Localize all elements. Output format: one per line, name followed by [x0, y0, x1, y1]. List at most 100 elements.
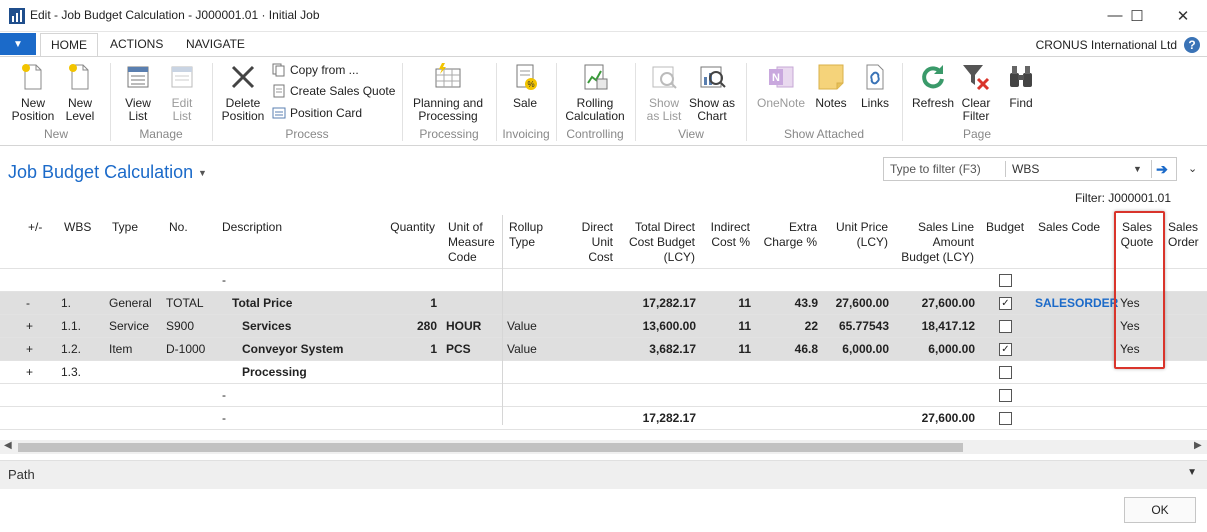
group-controlling-label: Controlling: [566, 127, 624, 141]
find-button[interactable]: Find: [1002, 61, 1040, 110]
column-header-sales-order[interactable]: Sales Order: [1168, 220, 1199, 250]
binoculars-icon: [1010, 66, 1032, 87]
column-header-uom[interactable]: Unit of Measure Code: [448, 220, 495, 265]
copy-icon: [272, 63, 285, 77]
filter-input[interactable]: Type to filter (F3): [890, 162, 981, 176]
cell-type: Item: [109, 342, 133, 356]
tab-navigate[interactable]: NAVIGATE: [176, 33, 255, 56]
position-card-button[interactable]: Position Card: [272, 106, 362, 120]
links-button[interactable]: Links: [856, 61, 894, 110]
card-icon: [272, 107, 286, 119]
cell-type: Service: [109, 319, 150, 333]
cell-sales-code[interactable]: SALESORDER: [1035, 296, 1118, 310]
column-header-quantity[interactable]: Quantity: [383, 220, 435, 235]
column-header-line: Unit Price: [835, 220, 888, 234]
tab-home[interactable]: HOME: [40, 33, 98, 57]
column-header-description[interactable]: Description: [222, 220, 282, 235]
cell-unit-price: 65.77543: [838, 319, 889, 333]
column-header-direct-unit-cost[interactable]: Direct Unit Cost: [563, 220, 613, 265]
budget-checkbox[interactable]: [999, 366, 1012, 379]
column-header-line: (LCY): [663, 250, 695, 264]
scroll-right-icon[interactable]: ▶: [1194, 440, 1202, 451]
cell-no: S900: [166, 319, 195, 333]
sales-quote-highlight: [1114, 211, 1165, 369]
budget-checkbox[interactable]: [999, 320, 1012, 333]
create-sales-quote-button[interactable]: Create Sales Quote: [272, 84, 395, 98]
onenote-button[interactable]: N OneNote: [754, 61, 808, 110]
view-list-button[interactable]: View List: [118, 61, 158, 123]
delete-position-button[interactable]: Delete Position: [218, 61, 268, 123]
show-as-list-button[interactable]: Show as List: [643, 61, 685, 123]
sale-button[interactable]: % Sale: [505, 61, 545, 110]
group-separator: [635, 63, 636, 141]
budget-checkbox[interactable]: [999, 389, 1012, 402]
column-header-line: Budget (LCY): [901, 250, 974, 264]
group-view-label: View: [678, 127, 704, 141]
table-row[interactable]: +1.2. Item D-1000 Conveyor System 1 PCS Value 3…: [0, 338, 1207, 361]
show-list-icon: [652, 66, 677, 89]
chevron-down-icon[interactable]: ▼: [1187, 467, 1197, 478]
edit-list-label: Edit List: [171, 96, 193, 123]
column-header-sales-line-amount[interactable]: Sales Line Amount Budget (LCY): [896, 220, 974, 265]
copy-from-button[interactable]: Copy from ...: [272, 63, 359, 77]
page-menu-chevron-icon[interactable]: ▼: [198, 168, 207, 178]
planning-processing-button[interactable]: Planning and Processing: [410, 61, 486, 123]
help-icon[interactable]: ?: [1184, 37, 1200, 53]
collapse-chevron-icon[interactable]: ⌄: [1188, 162, 1197, 175]
column-header-rollup[interactable]: Rollup Type: [509, 220, 543, 250]
cell-description: Services: [242, 319, 292, 333]
cell-wbs: 1.3.: [61, 365, 82, 379]
scroll-left-icon[interactable]: ◀: [4, 440, 12, 451]
column-header-total-direct-cost[interactable]: Total Direct Cost Budget (LCY): [621, 220, 695, 265]
group-manage-label: Manage: [139, 127, 183, 141]
column-header-rollup-line: Rollup: [509, 220, 544, 234]
scrollbar-thumb[interactable]: [18, 443, 963, 452]
group-processing-label: Processing: [419, 127, 479, 141]
column-header-no[interactable]: No.: [169, 220, 188, 235]
column-header-sales-code[interactable]: Sales Code: [1038, 220, 1100, 235]
chevron-down-icon[interactable]: ▼: [1133, 164, 1142, 174]
edit-list-button[interactable]: Edit List: [162, 61, 202, 123]
show-as-chart-button[interactable]: Show as Chart: [688, 61, 736, 123]
column-header-unit-price[interactable]: Unit Price (LCY): [826, 220, 888, 250]
budget-checkbox[interactable]: ✓: [999, 343, 1012, 356]
budget-checkbox[interactable]: [999, 274, 1012, 287]
table-row[interactable]: +1.1. Service S900 Services 280 HOUR Value 13,6…: [0, 315, 1207, 338]
ok-button[interactable]: OK: [1124, 497, 1196, 523]
budget-checkbox[interactable]: ✓: [999, 297, 1012, 310]
column-header-budget[interactable]: Budget: [986, 220, 1024, 235]
column-header-uom-line: Unit of: [448, 220, 483, 234]
column-header-type[interactable]: Type: [112, 220, 138, 235]
rolling-calculation-button[interactable]: Rolling Calculation: [562, 61, 628, 123]
filter-field-select[interactable]: WBS: [1012, 162, 1039, 176]
notes-button[interactable]: Notes: [812, 61, 850, 110]
maximize-button[interactable]: ☐: [1114, 0, 1160, 31]
column-header-line: Direct: [581, 220, 613, 234]
table-row[interactable]: - 17,282.17 27,600.00: [0, 407, 1207, 430]
arrow-right-icon[interactable]: ➔: [1151, 160, 1172, 178]
table-row[interactable]: - 1. General TOTAL Total Price 1 17,282.17 11 43…: [0, 292, 1207, 315]
clear-filter-button[interactable]: Clear Filter: [958, 61, 994, 123]
application-menu-button[interactable]: ▼: [0, 33, 36, 55]
table-row[interactable]: +1.3. Processing: [0, 361, 1207, 384]
column-header-uom-line: Code: [448, 250, 477, 264]
column-header-extra-charge[interactable]: Extra Charge %: [757, 220, 817, 250]
planning-processing-label: Planning and Processing: [412, 96, 484, 123]
column-header-indirect-cost[interactable]: Indirect Cost %: [700, 220, 750, 250]
path-factbox[interactable]: [0, 460, 1207, 489]
table-row[interactable]: -: [0, 384, 1207, 407]
budget-checkbox[interactable]: [999, 412, 1012, 425]
new-position-button[interactable]: New Position: [9, 61, 57, 123]
column-header-wbs[interactable]: WBS: [64, 220, 91, 235]
cell-rollup: Value: [507, 342, 537, 356]
sale-label: Sale: [512, 96, 538, 110]
find-label: Find: [1009, 96, 1033, 110]
column-header-uom-line: Measure: [448, 235, 495, 249]
tab-actions[interactable]: ACTIONS: [100, 33, 173, 56]
close-button[interactable]: ✕: [1160, 0, 1206, 31]
cell-plusminus: +: [26, 342, 34, 356]
new-level-button[interactable]: New Level: [58, 61, 102, 123]
column-header-plusminus[interactable]: +/-: [28, 220, 42, 235]
refresh-button[interactable]: Refresh: [910, 61, 956, 110]
table-row[interactable]: -: [0, 269, 1207, 292]
